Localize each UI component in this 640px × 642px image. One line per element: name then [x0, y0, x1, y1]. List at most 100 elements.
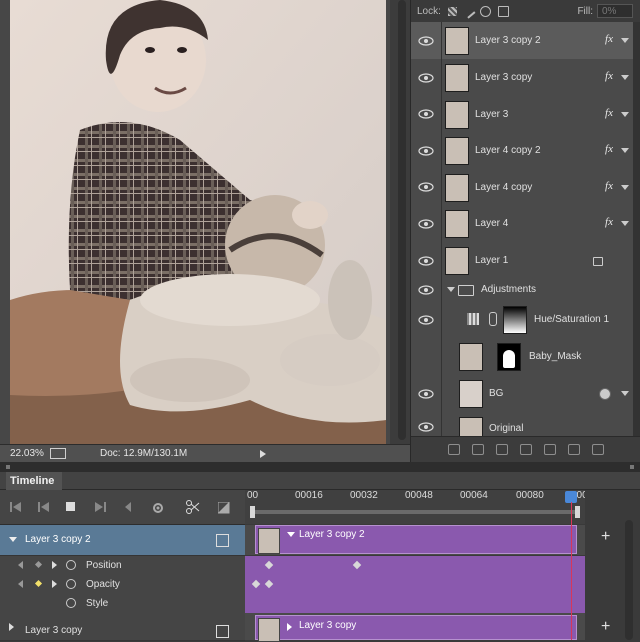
visibility-eye-icon[interactable]: [418, 36, 434, 46]
chevron-down-icon[interactable]: [621, 75, 629, 80]
collapse-icon[interactable]: [630, 465, 634, 469]
timeline-scrollbar[interactable]: [625, 520, 633, 640]
lock-transparent-icon[interactable]: [447, 6, 457, 16]
property-row-position[interactable]: Position: [0, 556, 245, 576]
clip-layer-3-copy[interactable]: Layer 3 copy: [255, 615, 577, 642]
lock-pixels-icon[interactable]: [461, 3, 476, 19]
new-group-icon[interactable]: [544, 444, 556, 455]
layer-row-baby-mask[interactable]: Baby_Mask: [411, 338, 633, 376]
keyframe[interactable]: [352, 560, 362, 570]
property-row-style[interactable]: Style: [0, 594, 245, 614]
fill-field[interactable]: 0%: [597, 4, 633, 18]
add-mask-icon[interactable]: [496, 444, 508, 455]
chevron-down-icon[interactable]: [621, 391, 629, 396]
track-lane[interactable]: Layer 3 copy: [245, 613, 585, 642]
fx-icon[interactable]: fx: [605, 180, 613, 192]
keyframe[interactable]: [264, 579, 274, 589]
transition-icon[interactable]: [218, 502, 230, 514]
stopwatch-icon[interactable]: [66, 598, 76, 608]
keyframe[interactable]: [264, 560, 274, 570]
layer-row-bg[interactable]: BG: [411, 375, 633, 413]
playhead-line[interactable]: [571, 502, 572, 640]
track-expand-icon[interactable]: [9, 537, 17, 542]
next-frame-icon[interactable]: [94, 502, 106, 512]
fx-icon[interactable]: fx: [605, 33, 613, 45]
layers-scrollbar[interactable]: [633, 22, 640, 436]
keyframe[interactable]: [251, 579, 261, 589]
panel-divider[interactable]: [0, 462, 640, 472]
split-scissors-icon[interactable]: [186, 500, 200, 514]
track-collapse-icon[interactable]: [9, 623, 14, 631]
layer-row-layer-4-copy-2[interactable]: Layer 4 copy 2 fx: [411, 132, 633, 170]
work-area-bar[interactable]: [250, 506, 580, 518]
add-style-icon[interactable]: [472, 444, 484, 455]
position-keyframe-lane[interactable]: [245, 556, 585, 576]
visibility-eye-icon[interactable]: [418, 73, 434, 83]
zoom-level[interactable]: 22.03%: [10, 448, 48, 459]
visibility-eye-icon[interactable]: [418, 109, 434, 119]
tab-timeline[interactable]: Timeline: [6, 472, 63, 490]
chevron-down-icon[interactable]: [621, 185, 629, 190]
stopwatch-icon[interactable]: [66, 579, 76, 589]
stopwatch-icon[interactable]: [66, 560, 76, 570]
track-header-layer-3-copy[interactable]: Layer 3 copy: [0, 613, 245, 641]
property-row-opacity[interactable]: Opacity: [0, 575, 245, 595]
opacity-keyframe-lane[interactable]: [245, 575, 585, 595]
visibility-eye-icon[interactable]: [418, 315, 434, 325]
close-icon[interactable]: [6, 465, 10, 469]
film-icon[interactable]: [216, 625, 229, 638]
layer-row-layer-1[interactable]: Layer 1: [411, 242, 633, 280]
new-layer-icon[interactable]: [568, 444, 580, 455]
track-header-layer-3-copy-2[interactable]: Layer 3 copy 2: [0, 525, 245, 556]
status-menu-arrow-icon[interactable]: [260, 449, 266, 458]
chevron-down-icon[interactable]: [621, 112, 629, 117]
next-keyframe-icon[interactable]: [52, 561, 57, 569]
layer-row-layer-3[interactable]: Layer 3 fx: [411, 96, 633, 133]
layer-row-layer-4[interactable]: Layer 4 fx: [411, 205, 633, 243]
style-keyframe-lane[interactable]: [245, 594, 585, 614]
add-media-icon[interactable]: +: [601, 618, 610, 636]
fx-icon[interactable]: fx: [605, 70, 613, 82]
go-to-first-frame-icon[interactable]: [10, 502, 22, 512]
previous-frame-icon[interactable]: [38, 502, 50, 512]
trash-icon[interactable]: [592, 444, 604, 455]
visibility-eye-icon[interactable]: [418, 256, 434, 266]
chevron-down-icon[interactable]: [621, 221, 629, 226]
stop-icon[interactable]: [66, 502, 76, 512]
fx-icon[interactable]: fx: [605, 143, 613, 155]
adjustment-layer-icon[interactable]: [520, 444, 532, 455]
add-media-icon[interactable]: +: [601, 528, 610, 546]
layer-group-adjustments[interactable]: Adjustments: [411, 279, 633, 302]
film-icon[interactable]: [216, 534, 229, 547]
layer-row-hue-saturation-1[interactable]: Hue/Saturation 1: [411, 301, 633, 339]
chevron-down-icon[interactable]: [621, 148, 629, 153]
audio-icon[interactable]: [122, 502, 132, 512]
layer-row-layer-4-copy[interactable]: Layer 4 copy fx: [411, 169, 633, 206]
settings-gear-icon[interactable]: [152, 502, 164, 514]
group-expand-icon[interactable]: [447, 287, 455, 292]
chevron-down-icon[interactable]: [621, 38, 629, 43]
track-lane[interactable]: Layer 3 copy 2: [245, 525, 585, 556]
export-icon[interactable]: [50, 448, 66, 459]
layer-row-layer-3-copy[interactable]: Layer 3 copy fx: [411, 59, 633, 97]
visibility-eye-icon[interactable]: [418, 182, 434, 192]
fx-icon[interactable]: fx: [605, 216, 613, 228]
keyframe-toggle-icon[interactable]: [34, 579, 43, 588]
clip-expand-icon[interactable]: [287, 623, 292, 631]
lock-all-icon[interactable]: [497, 5, 509, 17]
next-keyframe-icon[interactable]: [52, 580, 57, 588]
link-layers-icon[interactable]: [448, 444, 460, 455]
prev-keyframe-icon[interactable]: [18, 561, 23, 569]
fx-icon[interactable]: fx: [605, 107, 613, 119]
clip-expand-icon[interactable]: [287, 532, 295, 537]
layer-row-original[interactable]: Original: [411, 412, 633, 437]
visibility-eye-icon[interactable]: [418, 285, 434, 295]
document-canvas[interactable]: [0, 0, 400, 444]
prev-keyframe-icon[interactable]: [18, 580, 23, 588]
layer-row-layer-3-copy-2[interactable]: Layer 3 copy 2 fx: [411, 22, 633, 60]
canvas-vertical-scrollbar[interactable]: [398, 0, 406, 440]
clip-layer-3-copy-2[interactable]: Layer 3 copy 2: [255, 525, 577, 554]
visibility-eye-icon[interactable]: [418, 389, 434, 399]
keyframe-toggle-icon[interactable]: [34, 560, 43, 569]
visibility-eye-icon[interactable]: [418, 146, 434, 156]
